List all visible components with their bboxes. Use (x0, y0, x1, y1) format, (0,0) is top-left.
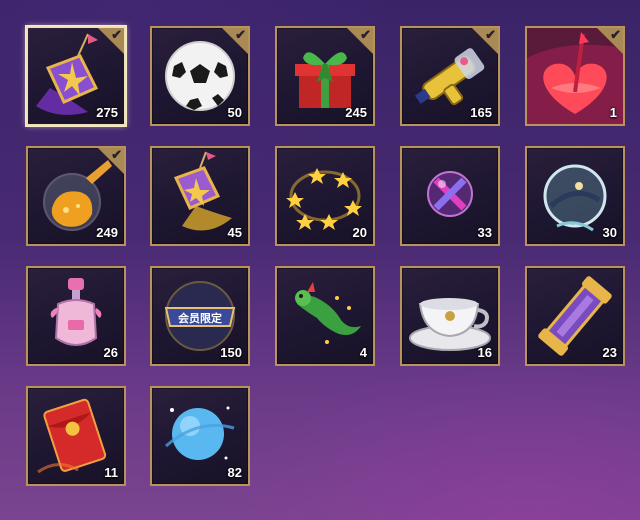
item-slot-6[interactable]: ✔ 249 (26, 146, 126, 246)
check-icon: ✔ (360, 27, 371, 42)
item-count: 249 (96, 225, 118, 240)
item-slot-5[interactable]: ✔ 1 (525, 26, 625, 126)
item-slot-1[interactable]: ✔ 275 (26, 26, 126, 126)
item-count: 275 (96, 105, 118, 120)
item-slot-16[interactable]: 11 (26, 386, 126, 486)
item-count: 16 (477, 345, 492, 360)
item-count: 4 (359, 345, 367, 360)
item-slot-14[interactable]: 16 (400, 266, 500, 366)
item-count: 20 (352, 225, 367, 240)
item-count: 165 (470, 105, 492, 120)
item-count: 33 (477, 225, 492, 240)
inventory-grid: ✔ 275 ✔ 50 ✔ 245 ✔ 165 ✔ 1 ✔ 249 45 20 3… (0, 0, 640, 520)
item-slot-10[interactable]: 30 (525, 146, 625, 246)
item-count: 245 (345, 105, 367, 120)
item-slot-15[interactable]: 23 (525, 266, 625, 366)
item-count: 26 (103, 345, 118, 360)
item-slot-9[interactable]: 33 (400, 146, 500, 246)
item-slot-11[interactable]: 26 (26, 266, 126, 366)
check-icon: ✔ (111, 27, 122, 42)
member-badge-text: 会员限定 (178, 311, 222, 325)
item-count: 11 (104, 465, 118, 480)
item-slot-13[interactable]: 4 (275, 266, 375, 366)
check-icon: ✔ (235, 27, 246, 42)
check-icon: ✔ (485, 27, 496, 42)
item-count: 82 (227, 465, 242, 480)
item-count: 30 (602, 225, 617, 240)
item-slot-12[interactable]: 会员限定 150 (150, 266, 250, 366)
check-icon: ✔ (610, 27, 621, 42)
item-count: 45 (227, 225, 242, 240)
item-count: 50 (227, 105, 242, 120)
item-count: 1 (609, 105, 617, 120)
item-slot-3[interactable]: ✔ 245 (275, 26, 375, 126)
check-icon: ✔ (111, 147, 122, 162)
item-slot-17[interactable]: 82 (150, 386, 250, 486)
green-dragon-icon (295, 282, 361, 344)
item-slot-2[interactable]: ✔ 50 (150, 26, 250, 126)
item-count: 150 (220, 345, 242, 360)
item-slot-4[interactable]: ✔ 165 (400, 26, 500, 126)
item-slot-7[interactable]: 45 (150, 146, 250, 246)
item-count: 23 (602, 345, 617, 360)
item-slot-8[interactable]: 20 (275, 146, 375, 246)
